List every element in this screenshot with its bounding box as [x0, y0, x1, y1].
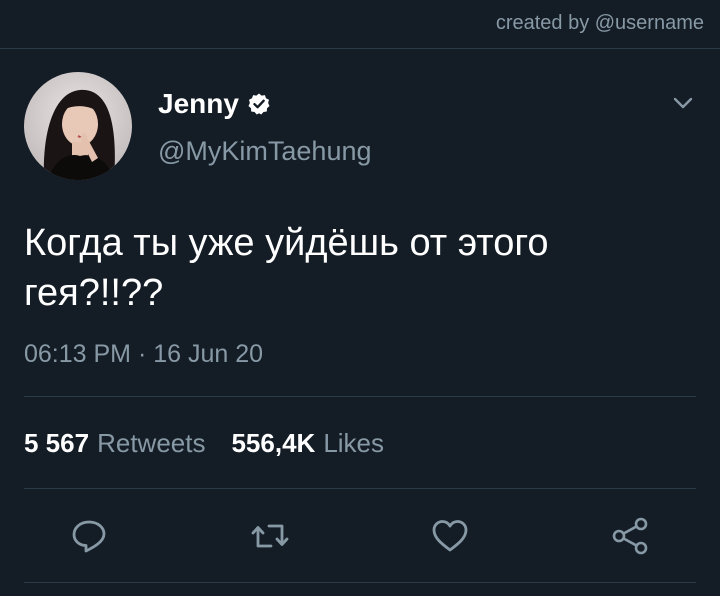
likes-count[interactable]: 556,4K	[231, 428, 315, 459]
retweets-count[interactable]: 5 567	[24, 428, 89, 459]
watermark-text: created by @username	[495, 12, 704, 34]
action-bar	[0, 512, 720, 562]
header-divider	[0, 48, 720, 49]
retweet-button[interactable]	[246, 512, 294, 560]
avatar[interactable]	[24, 72, 132, 180]
retweets-label[interactable]: Retweets	[97, 428, 205, 459]
likes-label[interactable]: Likes	[323, 428, 384, 459]
divider	[24, 396, 696, 397]
reply-button[interactable]	[66, 512, 114, 560]
tweet-timestamp: 06:13 PM · 16 Jun 20	[24, 340, 264, 368]
share-icon	[612, 517, 648, 555]
divider	[24, 582, 696, 583]
tweet-stats: 5 567 Retweets 556,4K Likes	[24, 428, 384, 459]
tweet-text: Когда ты уже уйдёшь от этого гея?!!??	[24, 222, 549, 314]
author-name-row[interactable]: Jenny	[158, 88, 271, 120]
divider	[24, 488, 696, 489]
retweet-icon	[251, 524, 289, 548]
chevron-down-icon[interactable]	[672, 92, 694, 114]
display-name[interactable]: Jenny	[158, 88, 239, 120]
reply-icon	[72, 520, 106, 553]
author-handle[interactable]: @MyKimTaehung	[158, 136, 372, 167]
verified-badge-icon	[247, 92, 271, 116]
heart-icon	[432, 520, 468, 552]
like-button[interactable]	[426, 512, 474, 560]
share-button[interactable]	[606, 512, 654, 560]
